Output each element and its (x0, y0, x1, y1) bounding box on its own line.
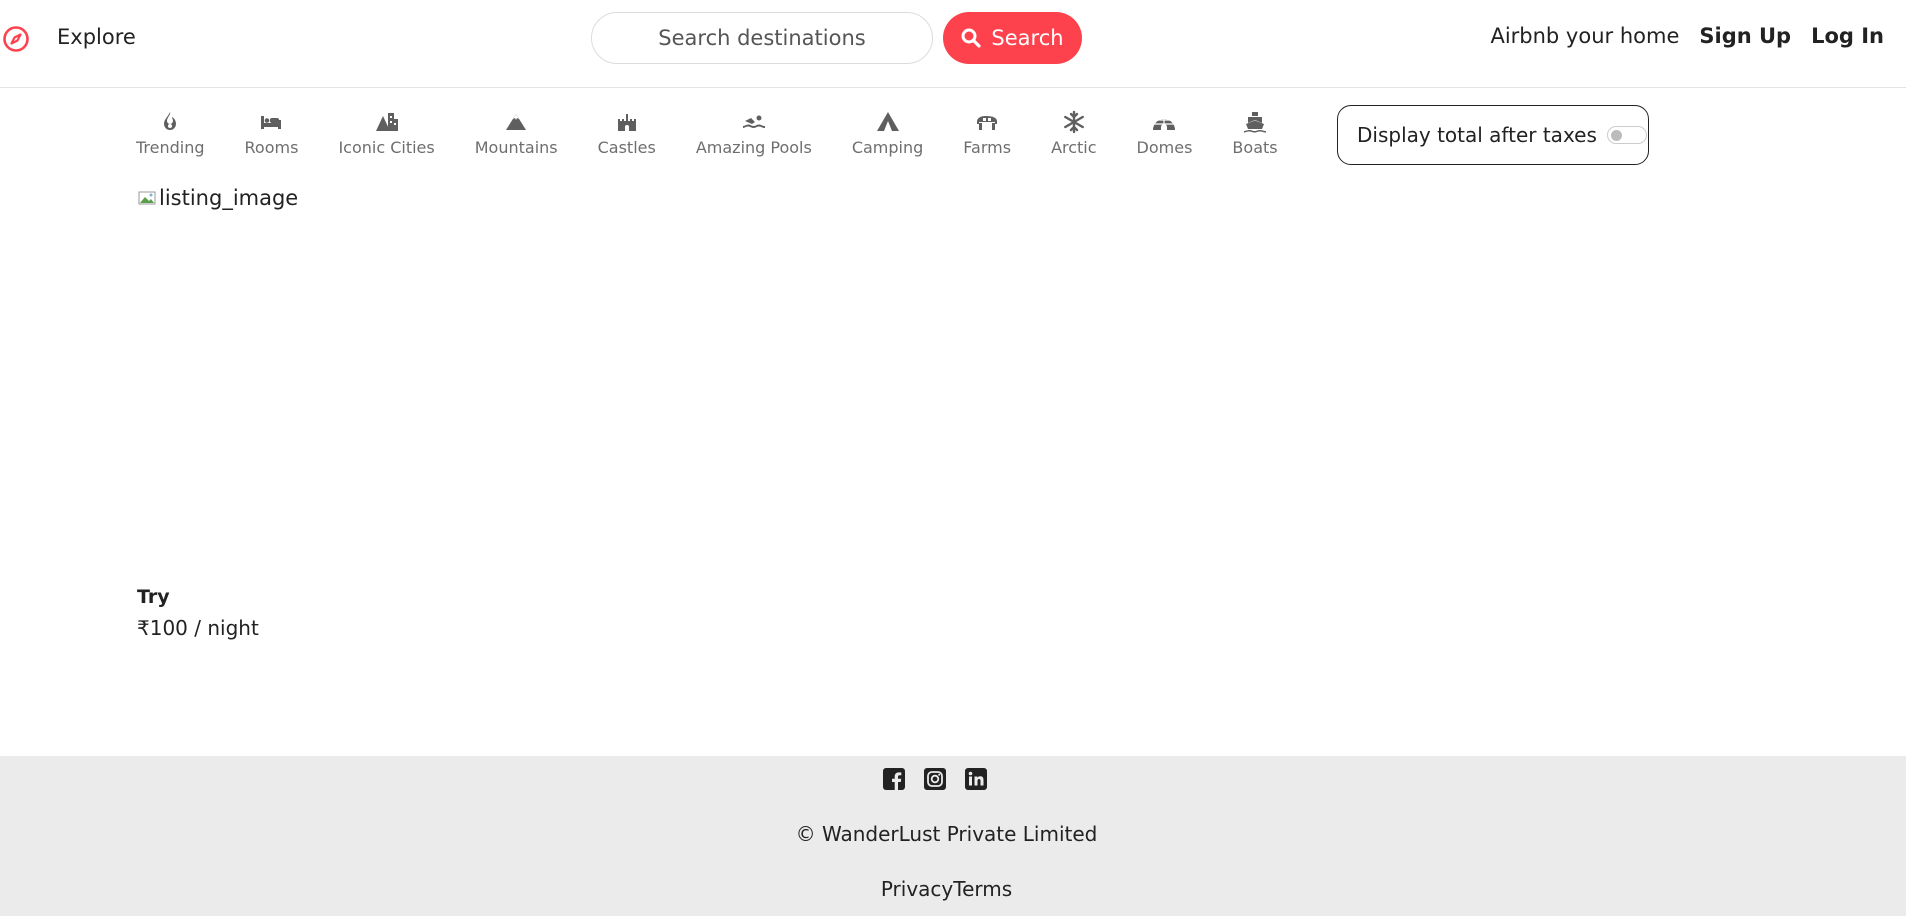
listing-image[interactable]: listing_image (137, 182, 537, 214)
filter-label: Iconic Cities (338, 138, 435, 157)
swimmer-icon (742, 115, 765, 128)
facebook-icon[interactable] (883, 768, 905, 790)
mountain-icon (506, 114, 527, 130)
nav-links: Airbnb your home Sign Up Log In (1490, 24, 1884, 48)
filter-boats[interactable]: Boats (1232, 110, 1278, 166)
fire-icon (164, 112, 177, 130)
search-button[interactable]: Search (943, 12, 1082, 64)
listing-title: Try (137, 586, 170, 608)
igloo-icon (1153, 119, 1176, 130)
signup-link[interactable]: Sign Up (1699, 24, 1791, 48)
social-links (883, 768, 987, 790)
footer: © WanderLust Private Limited PrivacyTerm… (0, 756, 1906, 916)
filter-bar: Trending Rooms Iconic Cities Mountains C… (136, 110, 1278, 166)
search-input[interactable] (612, 26, 912, 50)
filter-amazing-pools[interactable]: Amazing Pools (696, 110, 812, 166)
bed-icon (261, 116, 282, 129)
tax-toggle-label: Display total after taxes (1357, 123, 1597, 147)
footer-links[interactable]: PrivacyTerms (0, 877, 1893, 901)
filter-label: Arctic (1051, 138, 1097, 157)
search-bar (591, 12, 933, 64)
login-link[interactable]: Log In (1811, 24, 1884, 48)
listing-price: ₹100 / night (137, 616, 259, 640)
snowflake-icon (1063, 110, 1084, 134)
filter-arctic[interactable]: Arctic (1051, 110, 1097, 166)
broken-image-icon (138, 191, 156, 205)
filter-label: Domes (1136, 138, 1193, 157)
filter-trending[interactable]: Trending (136, 110, 205, 166)
filter-label: Trending (136, 138, 205, 157)
filter-domes[interactable]: Domes (1136, 110, 1193, 166)
filter-iconic-cities[interactable]: Iconic Cities (338, 110, 435, 166)
ship-icon (1244, 112, 1267, 133)
filter-rooms[interactable]: Rooms (244, 110, 299, 166)
filter-castles[interactable]: Castles (598, 110, 656, 166)
filter-label: Amazing Pools (695, 138, 812, 157)
instagram-icon[interactable] (924, 768, 946, 790)
tax-toggle[interactable]: Display total after taxes (1337, 105, 1649, 165)
castle-icon (617, 114, 636, 131)
host-link[interactable]: Airbnb your home (1490, 24, 1679, 48)
filter-camping[interactable]: Camping (852, 110, 923, 166)
navbar: Explore Search Airbnb your home Sign Up … (0, 0, 1906, 88)
listing-card[interactable]: listing_image Try ₹100 / night (137, 182, 537, 640)
tax-switch[interactable] (1606, 126, 1647, 144)
search-icon (961, 28, 982, 48)
explore-link[interactable]: Explore (57, 25, 136, 49)
filter-farms[interactable]: Farms (963, 110, 1011, 166)
filter-label: Mountains (474, 138, 558, 157)
filter-label: Castles (597, 138, 656, 157)
compass-icon[interactable] (2, 25, 30, 53)
copyright: © WanderLust Private Limited (795, 822, 1098, 846)
filter-label: Rooms (244, 138, 299, 157)
filter-label: Camping (851, 138, 924, 157)
search-button-label: Search (991, 26, 1064, 50)
tent-icon (876, 112, 899, 131)
listing-image-alt: listing_image (159, 186, 299, 210)
filter-label: Farms (963, 138, 1012, 157)
linkedin-icon[interactable] (965, 768, 987, 790)
filter-label: Boats (1232, 138, 1278, 157)
city-icon (375, 113, 398, 131)
switch-knob (1610, 130, 1622, 141)
tractor-icon (977, 116, 998, 130)
filter-mountains[interactable]: Mountains (475, 110, 558, 166)
